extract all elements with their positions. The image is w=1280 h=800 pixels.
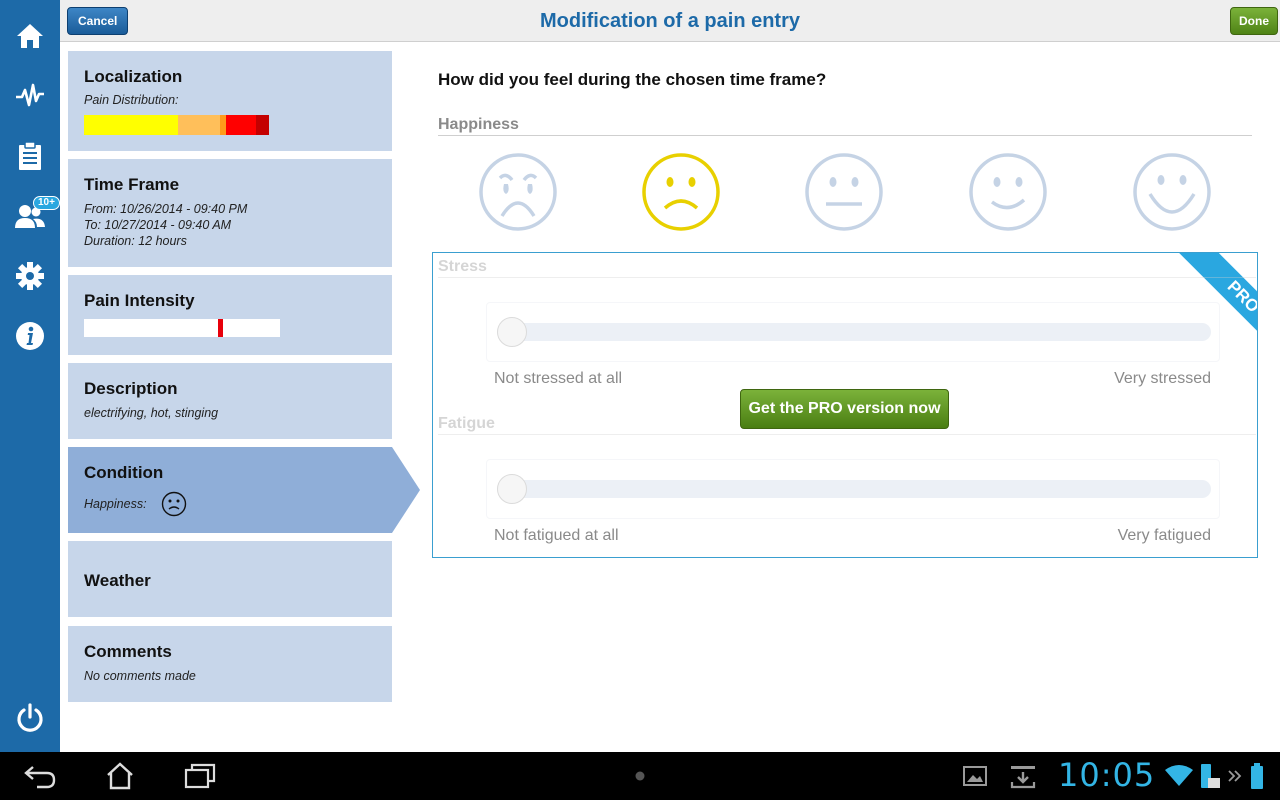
time-from: From: 10/26/2014 - 09:40 PM [84, 202, 248, 216]
pain-intensity-bar [84, 319, 280, 337]
distribution-segment [177, 115, 221, 135]
nav-settings[interactable] [0, 248, 60, 304]
wifi-icon [1165, 765, 1193, 786]
action-bar: Modification of a pain entry Cancel Done [60, 0, 1280, 42]
dot-icon [635, 771, 645, 781]
gallery-notification[interactable] [960, 752, 990, 800]
distribution-segment [226, 115, 257, 135]
fatigue-divider [438, 434, 1256, 435]
stress-slider[interactable] [486, 302, 1220, 362]
back-button[interactable] [18, 752, 62, 800]
chevron-right-icon [1228, 770, 1242, 782]
card-title: Time Frame [84, 175, 180, 194]
sad-face-icon [161, 491, 186, 517]
home-icon [17, 24, 43, 48]
slider-track [497, 480, 1211, 498]
get-pro-button[interactable]: Get the PRO version now [740, 389, 949, 429]
download-icon [1010, 766, 1036, 789]
card-title: Description [84, 379, 178, 398]
page-title: Modification of a pain entry [539, 10, 800, 32]
face-happy-icon[interactable] [1132, 152, 1212, 232]
face-sad-icon[interactable] [641, 152, 721, 232]
recent-apps-icon [184, 763, 216, 789]
happiness-divider [438, 135, 1252, 136]
notification-badge: 10+ [33, 196, 60, 210]
time-to: To: 10/27/2014 - 09:40 AM [84, 218, 232, 232]
nav-power[interactable] [0, 690, 60, 746]
cancel-button[interactable]: Cancel [67, 7, 129, 35]
card-title: Comments [84, 642, 172, 661]
android-home-icon [107, 762, 133, 790]
status-clock: 10:05 [1058, 756, 1156, 794]
card-description[interactable]: Description electrifying, hot, stinging [68, 363, 392, 439]
recent-apps-button[interactable] [178, 752, 222, 800]
stress-min-label: Not stressed at all [494, 370, 623, 387]
active-card-arrow [392, 447, 420, 533]
fatigue-label: Fatigue [438, 415, 495, 432]
battery-status [1246, 752, 1268, 800]
image-icon [963, 766, 987, 786]
face-crying-icon[interactable] [478, 152, 558, 232]
time-duration: Duration: 12 hours [84, 234, 187, 248]
slider-knob[interactable] [497, 317, 527, 347]
card-subtitle: Pain Distribution: [84, 93, 179, 107]
home-button[interactable] [98, 752, 142, 800]
pain-distribution-bar [84, 115, 270, 135]
system-navigation-bar: 10:05 [0, 752, 1280, 800]
stress-max-label: Very stressed [1114, 370, 1211, 387]
card-subtitle: Happiness: [84, 497, 147, 511]
card-subtitle: No comments made [84, 669, 196, 683]
battery-icon [1251, 763, 1263, 789]
menu-dot[interactable] [630, 752, 650, 800]
pulse-icon [16, 83, 44, 107]
info-icon [16, 322, 44, 350]
stress-divider [438, 277, 1256, 278]
distribution-segment [84, 115, 178, 135]
distribution-segment [256, 115, 270, 135]
fatigue-min-label: Not fatigued at all [494, 527, 619, 544]
face-smile-icon[interactable] [968, 152, 1048, 232]
slider-knob[interactable] [497, 474, 527, 504]
slider-track [497, 323, 1211, 341]
back-icon [24, 766, 56, 789]
card-subtitle: electrifying, hot, stinging [84, 406, 219, 420]
nav-home[interactable] [0, 8, 60, 64]
fatigue-max-label: Very fatigued [1117, 527, 1211, 544]
pain-intensity-marker [218, 319, 223, 337]
card-localization[interactable]: Localization Pain Distribution: [68, 51, 392, 151]
card-title: Weather [84, 571, 151, 590]
fatigue-slider[interactable] [486, 459, 1220, 519]
clipboard-icon [19, 141, 41, 170]
card-title: Condition [84, 463, 164, 482]
card-weather[interactable]: Weather [68, 541, 392, 617]
power-icon [17, 703, 43, 732]
done-button[interactable]: Done [1230, 7, 1278, 35]
nav-reports[interactable] [0, 128, 60, 184]
more-status [1226, 752, 1244, 800]
keyboard-status [1196, 752, 1222, 800]
card-condition[interactable]: Condition Happiness: [68, 447, 392, 533]
card-time-frame[interactable]: Time Frame From: 10/26/2014 - 09:40 PM T… [68, 159, 392, 267]
card-title: Localization [84, 67, 183, 86]
keyboard-battery-icon [1201, 764, 1220, 788]
stress-label: Stress [438, 258, 487, 275]
app-screen: 10+ Modification of a pain entry Cancel [0, 0, 1280, 800]
download-notification[interactable] [1008, 752, 1038, 800]
condition-question: How did you feel during the chosen time … [438, 70, 827, 89]
nav-rail: 10+ [0, 0, 60, 752]
nav-info[interactable] [0, 308, 60, 364]
happiness-label: Happiness [438, 116, 519, 133]
card-pain-intensity[interactable]: Pain Intensity [68, 275, 392, 355]
wifi-status [1164, 752, 1194, 800]
card-comments[interactable]: Comments No comments made [68, 626, 392, 702]
gear-icon [16, 262, 44, 290]
nav-diary[interactable] [0, 68, 60, 124]
face-neutral-icon[interactable] [804, 152, 884, 232]
card-title: Pain Intensity [84, 291, 195, 310]
